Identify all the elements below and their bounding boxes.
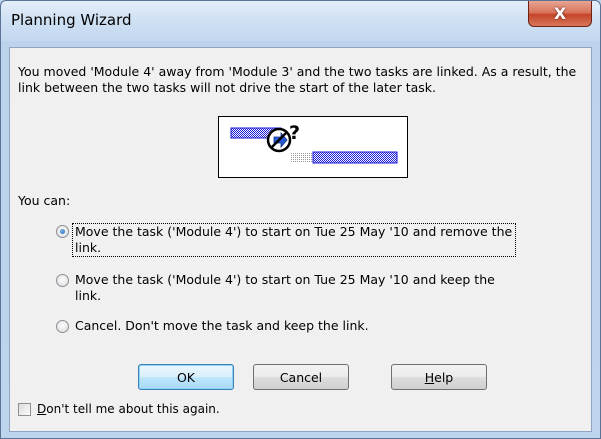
close-icon: X (553, 4, 567, 23)
warning-message: You moved 'Module 4' away from 'Module 3… (18, 64, 577, 95)
question-mark-icon: ? (289, 122, 300, 144)
dialog-body: You moved 'Module 4' away from 'Module 3… (9, 47, 592, 432)
radio-cancel[interactable] (56, 320, 69, 333)
ok-button-label: OK (176, 369, 196, 385)
cancel-button-label: Cancel (279, 369, 323, 385)
help-button-label: Help (425, 370, 454, 385)
broken-link-illustration: ? (230, 122, 398, 164)
dont-tell-again-label[interactable]: Don't tell me about this again. (37, 402, 220, 416)
dont-tell-again-option[interactable]: Don't tell me about this again. (18, 402, 220, 416)
dialog-title: Planning Wizard (11, 11, 132, 29)
planning-wizard-dialog: Planning Wizard X You moved 'Module 4' a… (0, 0, 601, 439)
options-heading: You can: (18, 193, 71, 208)
link-diagram: ? (218, 116, 408, 178)
option-remove-link-label[interactable]: Move the task ('Module 4') to start on T… (72, 223, 516, 257)
radio-keep-link[interactable] (56, 274, 69, 287)
option-cancel[interactable]: Cancel. Don't move the task and keep the… (56, 318, 516, 334)
help-label-rest: elp (434, 369, 454, 385)
dont-tell-mnemonic: D (37, 402, 47, 416)
option-keep-link-label[interactable]: Move the task ('Module 4') to start on T… (75, 272, 516, 304)
close-button[interactable]: X (528, 1, 592, 27)
successor-task-bar (312, 151, 398, 164)
title-bar[interactable]: Planning Wizard X (1, 1, 600, 41)
no-link-icon (266, 127, 292, 153)
slack-area (291, 152, 313, 163)
help-mnemonic: H (424, 369, 435, 385)
option-cancel-label[interactable]: Cancel. Don't move the task and keep the… (75, 318, 369, 334)
dont-tell-label-rest: on't tell me about this again. (46, 402, 220, 416)
option-remove-link[interactable]: Move the task ('Module 4') to start on T… (56, 223, 516, 257)
option-keep-link[interactable]: Move the task ('Module 4') to start on T… (56, 272, 516, 304)
cancel-button[interactable]: Cancel (253, 364, 349, 390)
help-button[interactable]: Help (391, 364, 487, 390)
ok-button[interactable]: OK (138, 364, 234, 390)
radio-remove-link[interactable] (56, 225, 69, 238)
dont-tell-again-checkbox[interactable] (18, 402, 31, 416)
